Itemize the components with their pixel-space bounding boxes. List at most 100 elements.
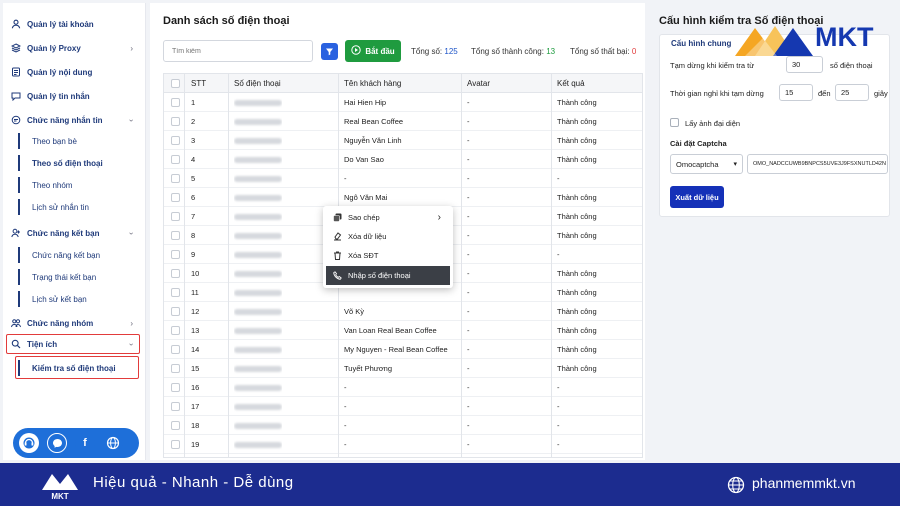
- row-phone-redacted: [234, 207, 282, 226]
- table-row[interactable]: 15 Tuyết Phương - Thành công: [164, 359, 642, 378]
- row-result: Thành công: [557, 364, 597, 373]
- row-checkbox[interactable]: [171, 264, 180, 283]
- row-avatar: -: [467, 383, 470, 392]
- row-checkbox[interactable]: [171, 131, 180, 150]
- captcha-key-input[interactable]: OMO_NADCCUWB9BNPCS5UVE3J9FSXNUTLD42N: [747, 154, 888, 174]
- row-result: Thành công: [557, 136, 597, 145]
- row-checkbox[interactable]: [171, 226, 180, 245]
- captcha-service-select[interactable]: Omocaptcha ▾: [670, 154, 743, 174]
- row-avatar: -: [467, 212, 470, 221]
- sidebar-item-messages[interactable]: Quản lý tin nhắn: [3, 88, 145, 104]
- row-checkbox[interactable]: [171, 435, 180, 454]
- row-avatar: -: [467, 155, 470, 164]
- filter-icon: [325, 43, 334, 61]
- sidebar-item-message-history[interactable]: Lịch sử nhắn tin: [18, 199, 138, 215]
- start-button[interactable]: Bắt đầu: [345, 40, 401, 62]
- sidebar-item-friend-status[interactable]: Trạng thái kết bạn: [18, 269, 138, 285]
- sidebar-item-phone-check[interactable]: Kiểm tra số điện thoại: [18, 360, 138, 376]
- sidebar-item-proxy[interactable]: Quản lý Proxy ›: [3, 40, 145, 56]
- row-checkbox[interactable]: [171, 245, 180, 264]
- row-avatar: -: [467, 136, 470, 145]
- sidebar-item-utilities[interactable]: Tiện ích ›: [3, 336, 145, 352]
- menu-item-copy[interactable]: Sao chép ›: [326, 208, 450, 227]
- avatar-checkbox[interactable]: [670, 118, 679, 127]
- row-name: Hai Hien Hip: [344, 98, 387, 107]
- row-result: Thành công: [557, 326, 597, 335]
- search-input[interactable]: [163, 40, 313, 62]
- row-result: Thành công: [557, 231, 597, 240]
- rest-to-input[interactable]: 25: [835, 84, 869, 101]
- captcha-label: Cài đặt Captcha: [670, 139, 727, 148]
- table-row[interactable]: 12 Võ Kỳ - Thành công: [164, 302, 642, 321]
- row-checkbox[interactable]: [171, 188, 180, 207]
- tab-general[interactable]: Cấu hình chung: [671, 39, 731, 48]
- table-row[interactable]: 18 - - -: [164, 416, 642, 435]
- menu-item-clear-data[interactable]: Xóa dữ liệu: [326, 227, 450, 246]
- stat-value: 13: [546, 47, 556, 56]
- row-checkbox[interactable]: [171, 340, 180, 359]
- logo-text: MKT: [815, 22, 874, 52]
- row-checkbox[interactable]: [171, 378, 180, 397]
- row-checkbox[interactable]: [171, 359, 180, 378]
- row-checkbox[interactable]: [171, 302, 180, 321]
- row-checkbox[interactable]: [171, 321, 180, 340]
- sidebar-item-content[interactable]: Quản lý nội dung: [3, 64, 145, 80]
- export-button[interactable]: Xuất dữ liệu: [670, 186, 724, 208]
- sidebar-item-accounts[interactable]: Quản lý tài khoản: [3, 16, 145, 32]
- table-row[interactable]: 19 - - -: [164, 435, 642, 454]
- support-icon[interactable]: [19, 433, 39, 453]
- row-phone-redacted: [234, 264, 282, 283]
- table-row[interactable]: 3 Nguyễn Văn Linh - Thành công: [164, 131, 642, 150]
- menu-item-import-phone[interactable]: Nhập số điện thoại: [326, 266, 450, 285]
- table-row[interactable]: 16 - - -: [164, 378, 642, 397]
- menu-item-label: Nhập số điện thoại: [348, 271, 411, 280]
- select-all-checkbox[interactable]: [171, 74, 180, 93]
- table-row[interactable]: 17 - - -: [164, 397, 642, 416]
- sidebar-item-groups[interactable]: Chức năng nhóm ›: [3, 315, 145, 331]
- play-icon: [351, 45, 362, 57]
- row-checkbox[interactable]: [171, 93, 180, 112]
- sidebar-item-messaging[interactable]: Chức năng nhắn tin ›: [3, 112, 145, 128]
- row-checkbox[interactable]: [171, 416, 180, 435]
- row-name: -: [344, 174, 347, 183]
- row-checkbox[interactable]: [171, 283, 180, 302]
- column-divider: [184, 74, 185, 457]
- row-checkbox[interactable]: [171, 112, 180, 131]
- website-link[interactable]: phanmemmkt.vn: [752, 475, 855, 491]
- row-phone-redacted: [234, 435, 282, 454]
- table-row[interactable]: 5 - - -: [164, 169, 642, 188]
- chevron-down-icon: ›: [127, 342, 137, 346]
- globe-icon[interactable]: [103, 433, 123, 453]
- sidebar-item-friend-history[interactable]: Lịch sử kết bạn: [18, 291, 138, 307]
- table-row[interactable]: 2 Real Bean Coffee - Thành công: [164, 112, 642, 131]
- add-friend-icon: [11, 228, 21, 238]
- table-row[interactable]: 14 My Nguyen - Real Bean Coffee - Thành côn…: [164, 340, 642, 359]
- row-phone-redacted: [234, 302, 282, 321]
- row-avatar: -: [467, 250, 470, 259]
- logo-mark: [735, 26, 813, 56]
- rest-from-input[interactable]: 15: [779, 84, 813, 101]
- row-name: Ngô Văn Mai: [344, 193, 388, 202]
- sidebar-item-friending[interactable]: Chức năng kết bạn ›: [3, 225, 145, 241]
- messenger-icon[interactable]: [47, 433, 67, 453]
- table-row[interactable]: 1 Hai Hien Hip - Thành công: [164, 93, 642, 112]
- sidebar-item-by-phone[interactable]: Theo số điện thoại: [18, 155, 138, 171]
- table-row[interactable]: 6 Ngô Văn Mai - Thành công: [164, 188, 642, 207]
- table-row[interactable]: 4 Do Van Sao - Thành công: [164, 150, 642, 169]
- sidebar-item-by-friends[interactable]: Theo bạn bè: [18, 133, 138, 149]
- row-checkbox[interactable]: [171, 169, 180, 188]
- facebook-icon[interactable]: f: [75, 433, 95, 453]
- table-row[interactable]: 13 Van Loan Real Bean Coffee - Thành công: [164, 321, 642, 340]
- menu-item-delete-phone[interactable]: Xóa SĐT: [326, 246, 450, 265]
- page-title: Danh sách số điện thoại: [163, 15, 290, 27]
- row-checkbox[interactable]: [171, 397, 180, 416]
- filter-button[interactable]: [321, 43, 338, 60]
- stat-value: 0: [631, 47, 637, 56]
- row-checkbox[interactable]: [171, 150, 180, 169]
- row-stt: 3: [191, 136, 196, 145]
- sidebar-item-friend-function[interactable]: Chức năng kết bạn: [18, 247, 138, 263]
- row-checkbox[interactable]: [171, 207, 180, 226]
- sidebar-item-by-group[interactable]: Theo nhóm: [18, 177, 138, 193]
- group-icon: [11, 318, 21, 328]
- row-name: -: [344, 440, 347, 449]
